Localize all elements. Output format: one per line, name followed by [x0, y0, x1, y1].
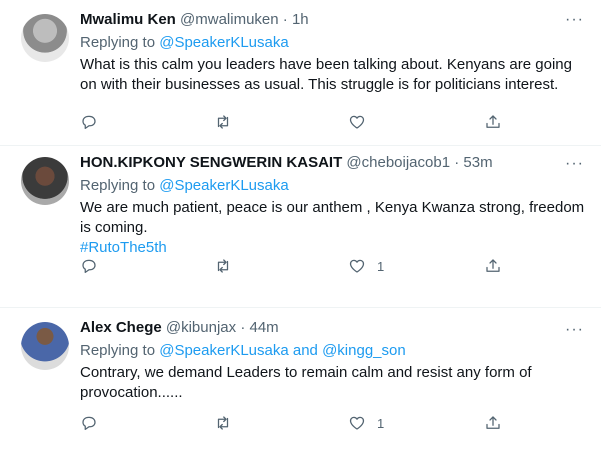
tweet-text: Contrary, we demand Leaders to remain ca… [80, 363, 587, 403]
reply-icon [82, 416, 96, 431]
dot-separator: · [454, 154, 460, 171]
tweet[interactable]: Mwalimu Ken @mwalimuken · 1h Replying to… [0, 0, 601, 146]
share-icon [486, 259, 500, 272]
like-button[interactable] [348, 111, 377, 133]
tweet[interactable]: HON.KIPKONY SENGWERIN KASAIT @cheboijaco… [0, 146, 601, 308]
timestamp[interactable]: 1h [292, 11, 309, 28]
tweet-header: Mwalimu Ken @mwalimuken · 1h [80, 10, 587, 30]
replying-to-label: Replying to [80, 177, 160, 194]
avatar[interactable] [21, 157, 69, 205]
hashtag-link[interactable]: #RutoThe5th [80, 239, 167, 256]
mention-link[interactable]: @SpeakerKLusaka [159, 177, 288, 194]
author-name[interactable]: Mwalimu Ken [80, 11, 176, 28]
like-button[interactable]: 1 [348, 412, 384, 434]
mention-link[interactable]: @SpeakerKLusaka [159, 34, 288, 51]
reply-button[interactable] [80, 412, 98, 434]
heart-icon [349, 115, 365, 129]
timestamp[interactable]: 44m [249, 319, 278, 336]
replying-and-text[interactable]: and [289, 342, 322, 359]
avatar[interactable] [21, 322, 69, 370]
tweet-actions [80, 111, 510, 133]
replying-to: Replying to @SpeakerKLusaka [80, 33, 587, 53]
tweet-text: What is this calm you leaders have been … [80, 55, 587, 95]
tweet-actions: 1 [80, 412, 510, 434]
tweet-actions: 1 [80, 255, 510, 277]
replying-to-label: Replying to [80, 34, 160, 51]
more-dots-icon[interactable]: ··· [565, 156, 583, 178]
author-name[interactable]: HON.KIPKONY SENGWERIN KASAIT [80, 154, 342, 171]
retweet-button[interactable] [214, 412, 232, 434]
tweet-header: HON.KIPKONY SENGWERIN KASAIT @cheboijaco… [80, 153, 587, 173]
like-count: 1 [377, 415, 385, 431]
more-dots-icon[interactable]: ··· [565, 12, 583, 34]
dot-separator: · [240, 319, 246, 336]
avatar[interactable] [21, 14, 69, 62]
author-handle[interactable]: @mwalimuken [180, 11, 279, 28]
dot-separator: · [282, 11, 288, 28]
reply-icon [82, 115, 96, 130]
share-icon [486, 416, 500, 429]
more-dots-icon[interactable]: ··· [565, 322, 583, 344]
reply-button[interactable] [80, 111, 98, 133]
retweet-icon [217, 115, 229, 129]
retweet-button[interactable] [214, 255, 232, 277]
like-count: 1 [377, 258, 385, 274]
tweet-text-content: What is this calm you leaders have been … [80, 56, 572, 93]
author-name[interactable]: Alex Chege [80, 319, 162, 336]
heart-icon [349, 259, 365, 273]
retweet-icon [217, 259, 229, 273]
mention-link[interactable]: @SpeakerKLusaka [159, 342, 288, 359]
tweet-text-content: We are much patient, peace is our anthem… [80, 199, 585, 236]
share-button[interactable] [484, 255, 502, 277]
replying-to: Replying to @SpeakerKLusaka [80, 176, 587, 196]
share-button[interactable] [484, 412, 502, 434]
mention-link[interactable]: @kingg_son [322, 342, 406, 359]
replying-to-label: Replying to [80, 342, 160, 359]
share-icon [486, 115, 500, 128]
share-button[interactable] [484, 111, 502, 133]
reply-icon [82, 259, 96, 274]
tweet[interactable]: Alex Chege @kibunjax · 44m Replying to @… [0, 308, 601, 455]
author-handle[interactable]: @cheboijacob1 [346, 154, 450, 171]
tweet-text-content: Contrary, we demand Leaders to remain ca… [80, 364, 532, 401]
reply-button[interactable] [80, 255, 98, 277]
retweet-icon [217, 416, 229, 430]
retweet-button[interactable] [214, 111, 232, 133]
tweet-text: We are much patient, peace is our anthem… [80, 198, 587, 258]
heart-icon [349, 416, 365, 430]
tweet-header: Alex Chege @kibunjax · 44m [80, 318, 587, 338]
author-handle[interactable]: @kibunjax [166, 319, 236, 336]
like-button[interactable]: 1 [348, 255, 384, 277]
timestamp[interactable]: 53m [463, 154, 492, 171]
replying-to: Replying to @SpeakerKLusaka and @kingg_s… [80, 341, 587, 361]
